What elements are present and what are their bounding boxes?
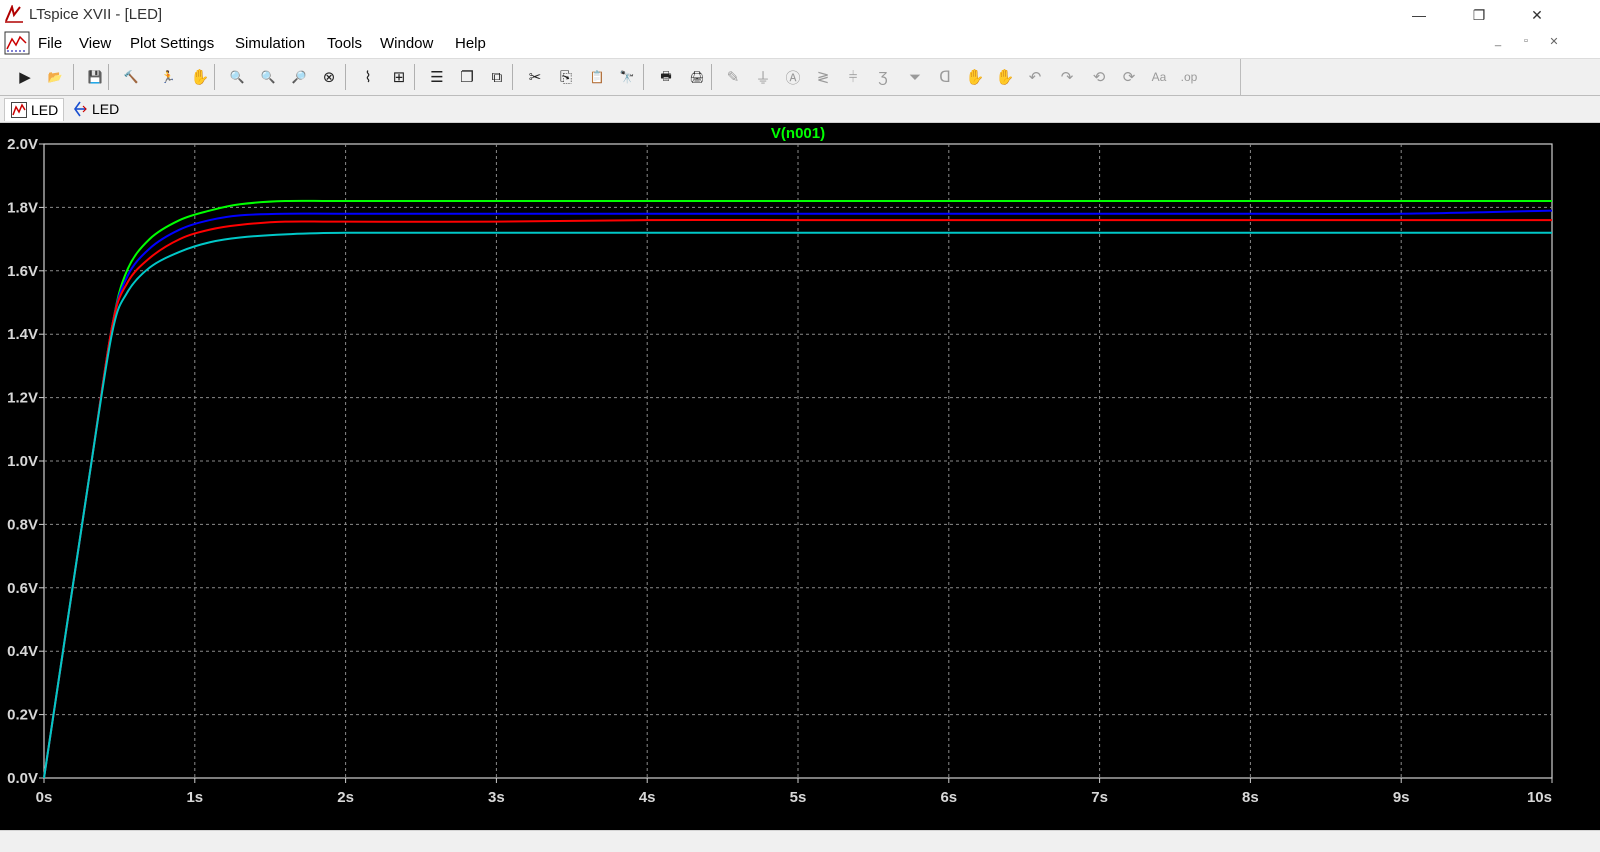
- find-icon[interactable]: 🔭: [614, 64, 640, 90]
- trace-title: V(n001): [771, 125, 825, 142]
- close-button[interactable]: ✕: [1514, 0, 1560, 30]
- toolbar-separator: [414, 64, 415, 90]
- y-tick-label: 1.2V: [7, 390, 38, 407]
- halt-icon[interactable]: 🏃: [155, 64, 181, 90]
- print-setup-icon[interactable]: 🖨: [684, 64, 710, 90]
- mirror-icon[interactable]: ⟳: [1116, 64, 1142, 90]
- y-tick-label: 0.4V: [7, 643, 38, 660]
- waveform-plot[interactable]: 0s 1s 2s 3s 4s 5s 6s 7s 8s 9s 10s 0.0V 0.2V 0.4V 0.6V 0…: [0, 123, 1600, 830]
- label-icon[interactable]: Ⓐ: [780, 64, 806, 90]
- x-tick-label: 8s: [1242, 789, 1259, 806]
- x-tick-label: 5s: [790, 789, 807, 806]
- text-icon[interactable]: Aa: [1146, 64, 1172, 90]
- y-tick-label: 1.8V: [7, 199, 38, 216]
- title-bar: LTspice XVII - [LED] — ❐ ✕: [0, 0, 1600, 30]
- tab-label: LED: [31, 102, 59, 118]
- zoom-in-icon[interactable]: 🔍: [255, 64, 281, 90]
- toolbar-separator: [345, 64, 346, 90]
- x-tick-label: 6s: [940, 789, 957, 806]
- y-tick-label: 1.6V: [7, 263, 38, 280]
- wire-icon[interactable]: ✎: [720, 64, 746, 90]
- x-tick-label: 4s: [639, 789, 656, 806]
- tile-vertical-icon[interactable]: ⧉: [484, 64, 510, 90]
- toolbar-separator: [73, 64, 74, 90]
- pan-icon[interactable]: ✋: [187, 64, 213, 90]
- spice-directive-icon[interactable]: .op: [1176, 64, 1202, 90]
- child-close-button[interactable]: ✕: [1542, 35, 1566, 53]
- toolbar-separator: [512, 64, 513, 90]
- menu-plot-settings[interactable]: Plot Settings: [130, 35, 214, 52]
- zoom-out-icon[interactable]: 🔎: [286, 64, 312, 90]
- toolbar-separator: [711, 64, 712, 90]
- window-title: LTspice XVII - [LED]: [29, 6, 163, 23]
- x-tick-label: 2s: [337, 789, 354, 806]
- x-tick-label: 1s: [186, 789, 203, 806]
- component-icon[interactable]: ᗡ: [932, 64, 958, 90]
- paste-icon[interactable]: 📋: [584, 64, 610, 90]
- y-tick-label: 0.8V: [7, 516, 38, 533]
- child-restore-button[interactable]: ▫: [1514, 35, 1538, 53]
- schematic-icon: [74, 101, 87, 117]
- menu-bar: File View Plot Settings Simulation Tools…: [0, 30, 1600, 59]
- print-icon[interactable]: 🖶: [653, 64, 679, 90]
- run-icon[interactable]: ▶: [12, 64, 38, 90]
- autorange-y-icon[interactable]: ⊞: [386, 64, 412, 90]
- restore-button[interactable]: ❐: [1456, 0, 1502, 30]
- y-tick-label: 0.6V: [7, 580, 38, 597]
- resistor-icon[interactable]: ≷: [810, 64, 836, 90]
- waveform-chart[interactable]: 0s 1s 2s 3s 4s 5s 6s 7s 8s 9s 10s 0.0V 0.2V 0.4V 0.6V 0…: [0, 123, 1600, 830]
- status-bar: [0, 830, 1600, 852]
- menu-window[interactable]: Window: [380, 35, 433, 52]
- open-icon[interactable]: 📂: [42, 64, 68, 90]
- cut-icon[interactable]: ✂: [522, 64, 548, 90]
- toolbar-end-divider: [1240, 59, 1241, 95]
- ltspice-logo-icon: [5, 5, 23, 23]
- menu-help[interactable]: Help: [455, 35, 486, 52]
- tab-label: LED: [92, 101, 120, 117]
- y-tick-label: 0.0V: [7, 770, 38, 787]
- child-minimize-button[interactable]: _: [1486, 35, 1510, 53]
- tile-horizontal-icon[interactable]: ☰: [424, 64, 450, 90]
- minimize-button[interactable]: —: [1396, 0, 1442, 30]
- redo-icon[interactable]: ↷: [1054, 64, 1080, 90]
- y-tick-label: 0.2V: [7, 707, 38, 724]
- x-tick-label: 9s: [1393, 789, 1410, 806]
- toolbar: ▶ 📂 💾 🔨 🏃 ✋ 🔍 🔍 🔎 ⊗ ⌇ ⊞ ☰ ❐ ⧉ ✂ ⎘ 📋 🔭 🖶 🖨 ✎ ⏚ Ⓐ ≷ ⫩ Ʒ ⏷ ᗡ ✋ ✋ ↶ ↷ ⟲ ⟳ Aa .op: [0, 59, 1600, 96]
- rotate-icon[interactable]: ⟲: [1086, 64, 1112, 90]
- zoom-area-icon[interactable]: 🔍: [224, 64, 250, 90]
- waveform-icon: [11, 102, 27, 118]
- toolbar-separator: [108, 64, 109, 90]
- y-tick-label: 1.4V: [7, 326, 38, 343]
- autorange-icon[interactable]: ⌇: [355, 64, 381, 90]
- drag-icon[interactable]: ✋: [992, 64, 1018, 90]
- tab-schematic-led[interactable]: LED: [66, 98, 122, 120]
- x-tick-label: 0s: [36, 789, 53, 806]
- y-tick-label: 2.0V: [7, 136, 38, 153]
- cascade-icon[interactable]: ❐: [454, 64, 480, 90]
- x-tick-label: 10s: [1527, 789, 1552, 806]
- y-tick-label: 1.0V: [7, 453, 38, 470]
- menu-view[interactable]: View: [79, 35, 111, 52]
- capacitor-icon[interactable]: ⫩: [840, 64, 866, 90]
- diode-icon[interactable]: ⏷: [902, 64, 928, 90]
- tab-waveform-led[interactable]: LED: [4, 98, 64, 121]
- save-icon[interactable]: 💾: [82, 64, 108, 90]
- tab-bar: LED LED: [0, 96, 1600, 123]
- menu-simulation[interactable]: Simulation: [235, 35, 305, 52]
- menu-file[interactable]: File: [38, 35, 62, 52]
- undo-icon[interactable]: ↶: [1022, 64, 1048, 90]
- toolbar-separator: [643, 64, 644, 90]
- x-tick-label: 3s: [488, 789, 505, 806]
- x-tick-label: 7s: [1091, 789, 1108, 806]
- plot-frame: [43, 143, 1553, 779]
- move-icon[interactable]: ✋: [962, 64, 988, 90]
- copy-icon[interactable]: ⎘: [553, 64, 579, 90]
- zoom-fit-icon[interactable]: ⊗: [316, 64, 342, 90]
- toolbar-separator: [214, 64, 215, 90]
- waveform-doc-icon[interactable]: [4, 31, 30, 55]
- menu-tools[interactable]: Tools: [327, 35, 362, 52]
- inductor-icon[interactable]: Ʒ: [870, 64, 896, 90]
- ground-icon[interactable]: ⏚: [750, 64, 776, 90]
- control-panel-icon[interactable]: 🔨: [118, 64, 144, 90]
